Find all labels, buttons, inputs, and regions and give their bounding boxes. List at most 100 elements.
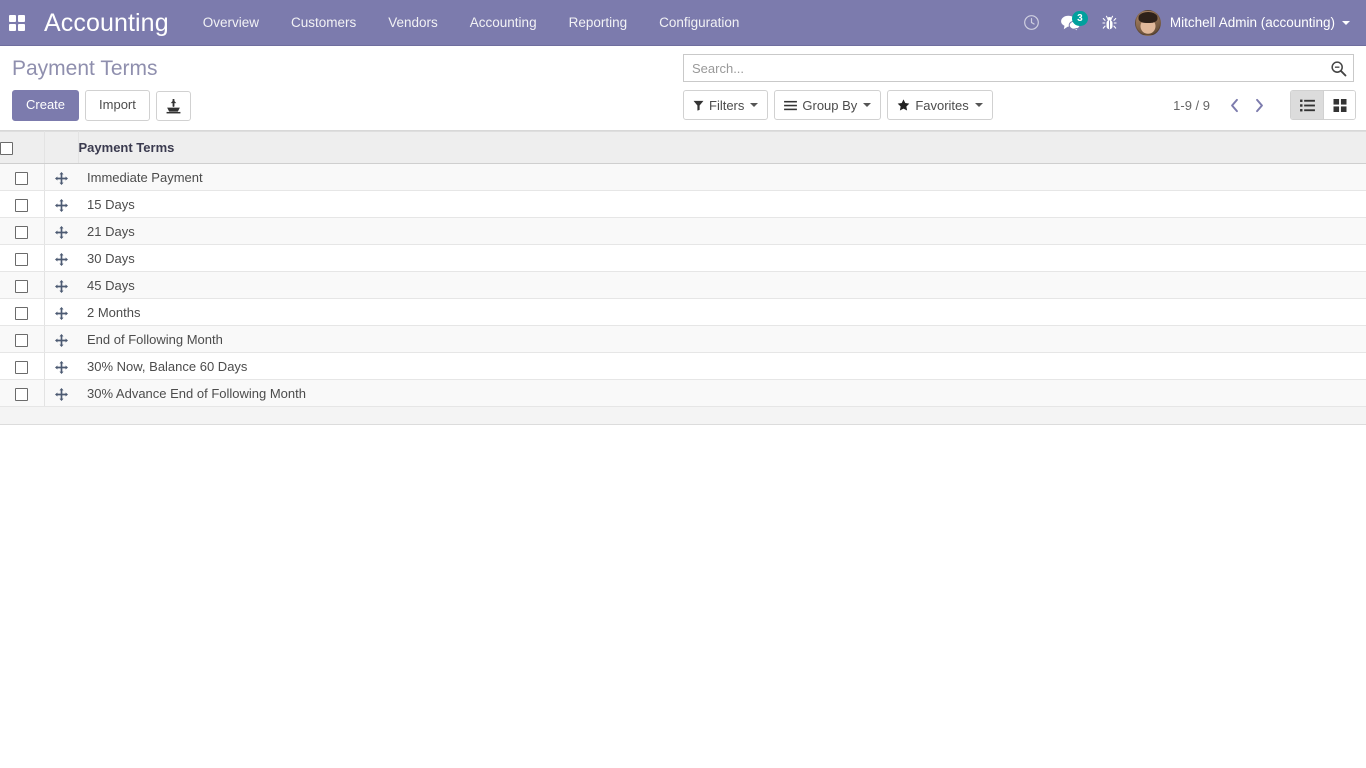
row-handle-cell xyxy=(44,244,78,272)
menu-item-vendors[interactable]: Vendors xyxy=(372,0,454,46)
row-checkbox[interactable] xyxy=(15,198,29,212)
control-panel: Payment Terms Create Import Search... Fi… xyxy=(0,46,1366,131)
row-checkbox[interactable] xyxy=(15,171,29,185)
row-checkbox[interactable] xyxy=(15,252,29,266)
row-select-cell xyxy=(0,271,45,299)
user-name-label: Mitchell Admin (accounting) xyxy=(1169,15,1335,30)
drag-handle-icon[interactable] xyxy=(54,360,68,374)
filters-label: Filters xyxy=(709,97,745,113)
row-name-cell[interactable]: 45 Days xyxy=(78,271,1366,299)
row-handle-cell xyxy=(44,352,78,380)
row-name-cell[interactable]: 30% Now, Balance 60 Days xyxy=(78,352,1366,380)
drag-handle-icon[interactable] xyxy=(54,279,68,293)
favorites-label: Favorites xyxy=(915,97,969,113)
row-handle-cell xyxy=(44,271,78,299)
drag-handle-icon[interactable] xyxy=(54,387,68,401)
row-checkbox[interactable] xyxy=(15,333,29,347)
caret-down-icon xyxy=(750,103,759,107)
search-button[interactable] xyxy=(1327,57,1349,79)
row-handle-cell xyxy=(44,325,78,353)
row-select-cell xyxy=(0,217,45,245)
kanban-view-button[interactable] xyxy=(1323,91,1355,119)
drag-handle-icon[interactable] xyxy=(54,333,68,347)
row-handle-cell xyxy=(44,190,78,218)
list-view-button[interactable] xyxy=(1291,91,1323,119)
action-buttons: Create Import xyxy=(12,90,191,121)
apps-grid-icon xyxy=(9,14,25,31)
table-row[interactable]: Immediate Payment xyxy=(0,163,1366,191)
select-all-checkbox[interactable] xyxy=(0,142,13,156)
favorites-dropdown[interactable]: Favorites xyxy=(887,90,993,120)
pager-next-button[interactable] xyxy=(1247,92,1272,118)
drag-handle-icon[interactable] xyxy=(54,252,68,266)
import-button[interactable]: Import xyxy=(85,90,150,121)
row-checkbox[interactable] xyxy=(15,306,29,320)
top-navbar: Accounting Overview Customers Vendors Ac… xyxy=(0,0,1366,46)
table-row[interactable]: 30 Days xyxy=(0,244,1366,272)
app-brand-title[interactable]: Accounting xyxy=(34,0,187,46)
row-name-cell[interactable]: Immediate Payment xyxy=(78,163,1366,191)
drag-handle-icon[interactable] xyxy=(54,225,68,239)
row-checkbox[interactable] xyxy=(15,279,29,293)
debug-menu-button[interactable] xyxy=(1092,0,1127,46)
group-by-dropdown[interactable]: Group By xyxy=(774,90,882,120)
row-select-cell xyxy=(0,190,45,218)
column-header-payment-terms[interactable]: Payment Terms xyxy=(78,131,1366,164)
navbar-systray: 3 Mitchell Admin (accounting) xyxy=(1013,0,1366,46)
drag-handle-icon[interactable] xyxy=(54,198,68,212)
table-row[interactable]: 21 Days xyxy=(0,217,1366,245)
row-name-cell[interactable]: End of Following Month xyxy=(78,325,1366,353)
user-menu-button[interactable]: Mitchell Admin (accounting) xyxy=(1127,0,1356,46)
list-view: Payment Terms Immediate Payment 15 Days … xyxy=(0,131,1366,425)
select-all-header xyxy=(0,131,45,164)
list-view-icon xyxy=(1299,99,1315,111)
pager-previous-button[interactable] xyxy=(1222,92,1247,118)
view-switcher xyxy=(1290,90,1356,120)
upload-tray-icon xyxy=(166,98,181,113)
messages-button[interactable]: 3 xyxy=(1050,0,1092,46)
row-name-cell[interactable]: 30 Days xyxy=(78,244,1366,272)
user-avatar xyxy=(1134,9,1161,36)
menu-item-accounting[interactable]: Accounting xyxy=(454,0,553,46)
row-handle-cell xyxy=(44,217,78,245)
payment-terms-table: Payment Terms Immediate Payment 15 Days … xyxy=(0,131,1366,407)
table-row[interactable]: 15 Days xyxy=(0,190,1366,218)
table-row[interactable]: 30% Advance End of Following Month xyxy=(0,379,1366,407)
row-checkbox[interactable] xyxy=(15,360,29,374)
menu-item-configuration[interactable]: Configuration xyxy=(643,0,755,46)
search-input[interactable] xyxy=(692,56,1327,80)
row-checkbox[interactable] xyxy=(15,387,29,401)
table-footer xyxy=(0,407,1366,425)
control-panel-right: Filters Group By Favorites xyxy=(683,46,1366,120)
create-button[interactable]: Create xyxy=(12,90,80,121)
row-name-cell[interactable]: 15 Days xyxy=(78,190,1366,218)
table-head: Payment Terms xyxy=(0,131,1366,164)
row-name-cell[interactable]: 21 Days xyxy=(78,217,1366,245)
menu-item-reporting[interactable]: Reporting xyxy=(553,0,644,46)
bug-icon xyxy=(1102,15,1117,29)
star-icon xyxy=(897,99,910,111)
search-view[interactable] xyxy=(683,54,1354,82)
drag-handle-icon[interactable] xyxy=(54,171,68,185)
control-panel-left: Payment Terms Create Import xyxy=(12,46,191,121)
export-button[interactable] xyxy=(155,90,191,121)
table-row[interactable]: 2 Months xyxy=(0,298,1366,326)
kanban-view-icon xyxy=(1333,98,1346,112)
page-title: Payment Terms xyxy=(12,57,158,80)
table-row[interactable]: 45 Days xyxy=(0,271,1366,299)
table-row[interactable]: 30% Now, Balance 60 Days xyxy=(0,352,1366,380)
row-name-cell[interactable]: 2 Months xyxy=(78,298,1366,326)
row-name-cell[interactable]: 30% Advance End of Following Month xyxy=(78,379,1366,407)
row-checkbox[interactable] xyxy=(15,225,29,239)
drag-handle-icon[interactable] xyxy=(54,306,68,320)
menu-item-customers[interactable]: Customers xyxy=(275,0,372,46)
table-row[interactable]: End of Following Month xyxy=(0,325,1366,353)
row-select-cell xyxy=(0,163,45,191)
hamburger-lines-icon xyxy=(784,100,798,110)
funnel-icon xyxy=(693,100,704,111)
apps-menu-button[interactable] xyxy=(0,0,34,46)
activity-clock-button[interactable] xyxy=(1013,0,1050,46)
chevron-right-icon xyxy=(1256,98,1263,112)
menu-item-overview[interactable]: Overview xyxy=(187,0,275,46)
filters-dropdown[interactable]: Filters xyxy=(683,90,769,120)
